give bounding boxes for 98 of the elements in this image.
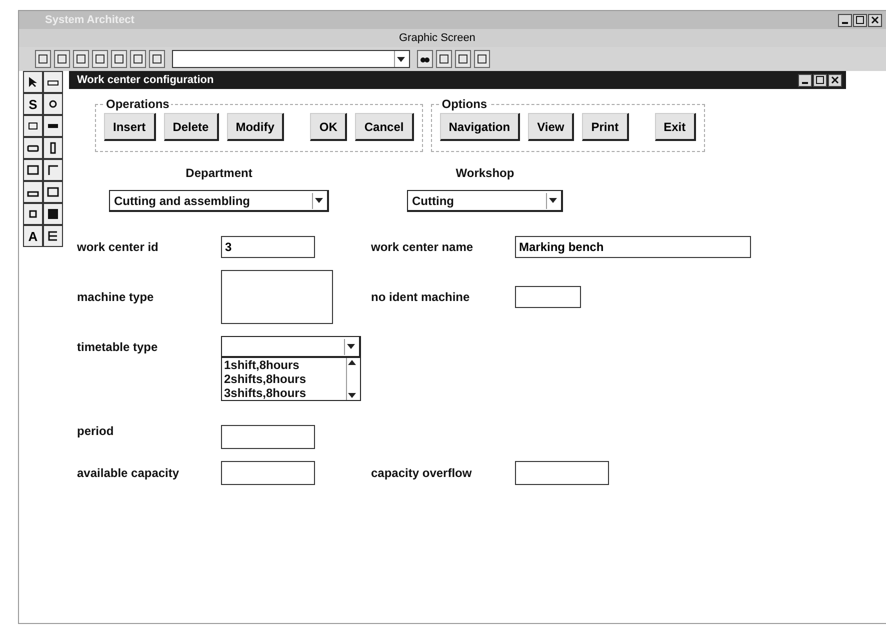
- field-label: work center name: [371, 240, 474, 254]
- close-icon: [871, 16, 879, 24]
- dialog-button[interactable]: Print: [582, 113, 629, 141]
- tool-icon: [47, 230, 59, 242]
- maximize-button[interactable]: [813, 74, 827, 86]
- tool-icon: [27, 208, 39, 220]
- toolbar-button[interactable]: [149, 50, 165, 68]
- square-icon: [95, 54, 105, 64]
- list-option[interactable]: 3shifts,8hours: [222, 386, 346, 400]
- square-icon: [57, 54, 67, 64]
- tool-icon: [47, 98, 59, 110]
- input-field[interactable]: Marking bench: [515, 236, 751, 258]
- square-icon: [439, 54, 449, 64]
- field-label: timetable type: [77, 339, 159, 354]
- tool-button[interactable]: [23, 203, 43, 225]
- tool-button[interactable]: [43, 115, 63, 137]
- toolbar-button[interactable]: [474, 50, 490, 68]
- tool-icon: [47, 164, 59, 176]
- field-label: work center id: [77, 240, 160, 254]
- close-button[interactable]: [828, 74, 842, 86]
- dialog-button[interactable]: Modify: [226, 113, 284, 141]
- dialog-button[interactable]: Delete: [164, 113, 219, 141]
- toolbar-button[interactable]: [111, 50, 127, 68]
- scroll-down-icon: [347, 391, 357, 400]
- selector-label: Workshop: [456, 166, 514, 180]
- square-icon: [38, 54, 48, 64]
- field-label: period: [77, 424, 115, 438]
- selector-label: Department: [186, 166, 252, 180]
- group-title: Options: [440, 97, 488, 111]
- toolbar-button[interactable]: [436, 50, 452, 68]
- tool-button[interactable]: [23, 71, 43, 93]
- tool-icon: [47, 208, 59, 220]
- dropdown-arrow-icon: [396, 54, 406, 64]
- tool-icon: [27, 164, 39, 176]
- maximize-icon: [856, 16, 864, 24]
- toolbar-combo[interactable]: [172, 50, 410, 68]
- input-field[interactable]: [515, 461, 609, 485]
- square-icon: [133, 54, 143, 64]
- tool-button[interactable]: [43, 93, 63, 115]
- field-label: available capacity: [77, 466, 180, 480]
- dialog-button[interactable]: Exit: [654, 113, 696, 141]
- dialog-button[interactable]: Cancel: [355, 113, 414, 141]
- square-icon: [477, 54, 487, 64]
- binoculars-button[interactable]: [417, 50, 433, 68]
- tool-button[interactable]: [43, 203, 63, 225]
- group-title: Operations: [105, 97, 170, 111]
- dropdown[interactable]: Cutting: [407, 190, 563, 212]
- square-icon: [76, 54, 86, 64]
- minimize-button[interactable]: [838, 14, 852, 26]
- list-option[interactable]: 1shift,8hours: [222, 358, 346, 372]
- close-icon: [831, 76, 839, 84]
- toolbar-button[interactable]: [455, 50, 471, 68]
- field-label: capacity overflow: [371, 466, 473, 480]
- dialog-title: Work center configuration: [77, 74, 214, 86]
- list-option[interactable]: 2shifts,8hours: [222, 372, 346, 386]
- tool-icon: [27, 120, 39, 132]
- dropdown-arrow-icon: [548, 196, 558, 205]
- square-icon: [152, 54, 162, 64]
- tool-icon: [27, 76, 39, 88]
- toolbar-button[interactable]: [92, 50, 108, 68]
- square-icon: [458, 54, 468, 64]
- minimize-button[interactable]: [798, 74, 812, 86]
- tool-button[interactable]: [43, 71, 63, 93]
- toolbar-button[interactable]: [35, 50, 51, 68]
- maximize-button[interactable]: [853, 14, 867, 26]
- dropdown-arrow-icon: [346, 342, 356, 351]
- dropdown[interactable]: Cutting and assembling: [109, 190, 329, 212]
- menu-item[interactable]: Graphic Screen: [399, 32, 476, 44]
- toolbar-button[interactable]: [54, 50, 70, 68]
- field-label: machine type: [77, 290, 155, 304]
- tool-button[interactable]: [23, 115, 43, 137]
- tool-icon: [47, 186, 59, 198]
- tool-button[interactable]: [23, 137, 43, 159]
- input-field[interactable]: [221, 425, 315, 449]
- tool-button[interactable]: [43, 159, 63, 181]
- toolbar-button[interactable]: [73, 50, 89, 68]
- maximize-icon: [816, 76, 824, 84]
- input-field[interactable]: [515, 286, 581, 308]
- input-field[interactable]: [221, 461, 315, 485]
- dialog-button[interactable]: Insert: [104, 113, 156, 141]
- dropdown-arrow-icon: [314, 196, 324, 205]
- dropdown[interactable]: [221, 336, 361, 358]
- tool-button[interactable]: [23, 181, 43, 203]
- tool-button[interactable]: [43, 181, 63, 203]
- square-icon: [114, 54, 124, 64]
- tool-button[interactable]: [43, 225, 63, 247]
- tool-button[interactable]: [23, 159, 43, 181]
- dialog-button[interactable]: View: [528, 113, 574, 141]
- tool-button[interactable]: A: [23, 225, 43, 247]
- tool-button[interactable]: [43, 137, 63, 159]
- dialog-button[interactable]: Navigation: [440, 113, 520, 141]
- tool-button[interactable]: S: [23, 93, 43, 115]
- field-label: no ident machine: [371, 290, 471, 304]
- toolbar-button[interactable]: [130, 50, 146, 68]
- input-field[interactable]: 3: [221, 236, 315, 258]
- input-field[interactable]: [221, 270, 333, 324]
- close-button[interactable]: [868, 14, 882, 26]
- dialog-button[interactable]: OK: [310, 113, 348, 141]
